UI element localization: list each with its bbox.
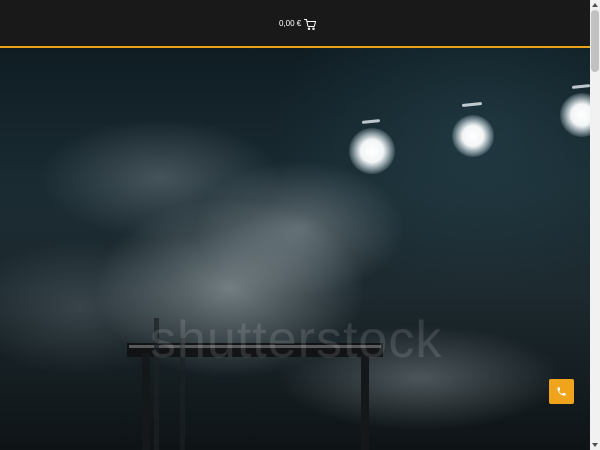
phone-icon bbox=[557, 387, 566, 396]
watermark-text: shutterstock bbox=[150, 311, 443, 369]
cart-total: 0,00 € bbox=[279, 19, 302, 28]
site-header: 0,00 € bbox=[0, 0, 590, 48]
cart-link[interactable]: 0,00 € bbox=[279, 17, 317, 31]
scroll-down-arrow-icon[interactable] bbox=[590, 440, 600, 450]
hurdle-silhouette bbox=[127, 318, 383, 450]
scroll-up-arrow-icon[interactable] bbox=[590, 0, 600, 10]
hero-banner-image: shutterstock bbox=[0, 48, 590, 450]
call-button[interactable] bbox=[549, 379, 574, 404]
scrollbar-thumb[interactable] bbox=[591, 10, 599, 72]
shopping-cart-icon bbox=[304, 18, 317, 30]
vertical-scrollbar[interactable] bbox=[590, 0, 600, 450]
page: 0,00 € shutterstock bbox=[0, 0, 600, 450]
